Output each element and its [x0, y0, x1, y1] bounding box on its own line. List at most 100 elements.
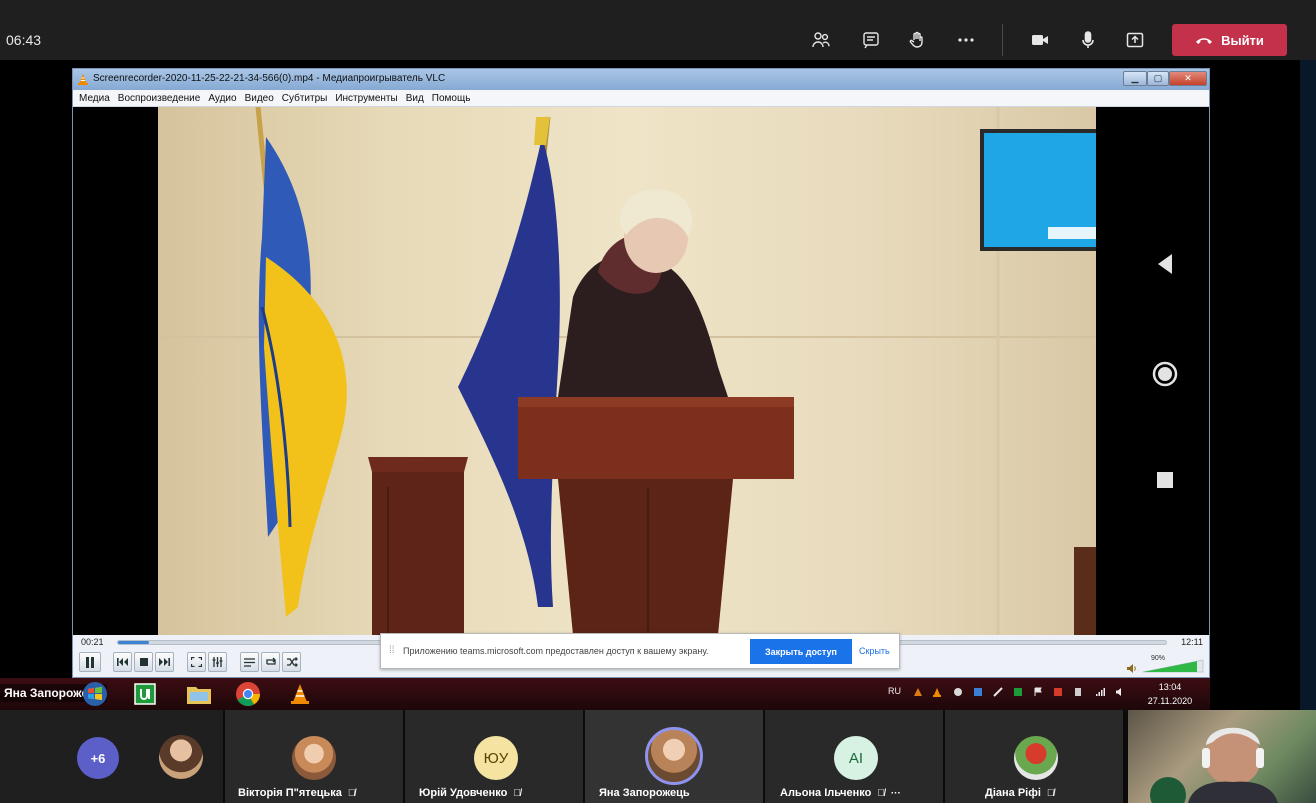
- participant-initials: ЮУ: [474, 736, 518, 780]
- participant-tile[interactable]: Вікторія П"ятецька 🎙̸: [225, 710, 403, 803]
- utorrent-icon[interactable]: [126, 679, 164, 709]
- vlc-cone-icon: [78, 74, 88, 85]
- next-icon[interactable]: [155, 652, 174, 672]
- more-icon[interactable]: [952, 26, 980, 54]
- stop-icon[interactable]: [134, 652, 153, 672]
- menu-help[interactable]: Помощь: [432, 93, 471, 104]
- menu-view[interactable]: Вид: [406, 93, 424, 104]
- android-back-icon[interactable]: [1156, 253, 1176, 275]
- tray-app-icon[interactable]: [953, 687, 963, 697]
- share-notification-text: Приложению teams.microsoft.com предостав…: [403, 646, 709, 656]
- volume-tray-icon[interactable]: [1115, 687, 1125, 697]
- leave-button[interactable]: Выйти: [1172, 24, 1287, 56]
- playlist-icon[interactable]: [240, 652, 259, 672]
- seek-progress: [118, 641, 150, 644]
- participant-name: Альона Ільченко 🎙̸ ···: [780, 787, 901, 799]
- participant-tile[interactable]: AI Альона Ільченко 🎙̸ ···: [765, 710, 943, 803]
- vlc-titlebar: Screenrecorder-2020-11-25-22-21-34-566(0…: [73, 69, 1209, 90]
- fullscreen-icon[interactable]: [187, 652, 206, 672]
- drag-handle-icon[interactable]: ⁞⁞: [389, 645, 395, 656]
- self-video-frame: [1150, 727, 1278, 803]
- android-nav-bar: [1096, 107, 1209, 635]
- share-notification-bar: ⁞⁞ Приложению teams.microsoft.com предос…: [380, 633, 900, 669]
- menu-subtitles[interactable]: Субтитры: [282, 93, 328, 104]
- share-edge: [1300, 60, 1316, 710]
- pause-icon[interactable]: [79, 652, 101, 672]
- more-options-icon[interactable]: ···: [891, 788, 901, 799]
- more-participants-badge[interactable]: +6: [77, 737, 119, 779]
- shuffle-icon[interactable]: [282, 652, 301, 672]
- windows-start-icon[interactable]: [76, 679, 114, 709]
- ukraine-flag: [255, 107, 347, 617]
- mic-muted-icon: 🎙̸: [513, 788, 521, 799]
- menu-audio[interactable]: Аудио: [208, 93, 236, 104]
- extended-settings-icon[interactable]: [208, 652, 227, 672]
- podium: [518, 397, 794, 635]
- video-scene: [158, 107, 1096, 635]
- loop-icon[interactable]: [261, 652, 280, 672]
- self-video-preview[interactable]: [1128, 710, 1316, 803]
- participant-name: Юрій Удовченко 🎙̸: [419, 787, 521, 799]
- participants-icon[interactable]: [807, 26, 835, 54]
- participant-tile[interactable]: Діана Ріфі 🎙̸: [945, 710, 1123, 803]
- keyboard-language[interactable]: RU: [888, 686, 901, 696]
- clock-time[interactable]: 13:04: [1150, 682, 1190, 692]
- menu-video[interactable]: Видео: [245, 93, 274, 104]
- tray-app-icon[interactable]: [913, 687, 923, 697]
- video-area[interactable]: [73, 107, 1209, 635]
- vlc-window-title: Screenrecorder-2020-11-25-22-21-34-566(0…: [93, 73, 446, 84]
- flag-tray-icon[interactable]: [1033, 687, 1043, 697]
- microphone-icon[interactable]: [1074, 26, 1102, 54]
- menu-tools[interactable]: Инструменты: [335, 93, 397, 104]
- tray-app-icon[interactable]: [973, 687, 983, 697]
- vlc-taskbar-icon[interactable]: [281, 679, 319, 709]
- blue-flag: [458, 116, 560, 607]
- chat-icon[interactable]: [857, 26, 885, 54]
- tray-app-icon[interactable]: [1053, 687, 1063, 697]
- file-explorer-icon[interactable]: [180, 679, 218, 709]
- meeting-timer: 06:43: [6, 32, 42, 48]
- vlc-window: Screenrecorder-2020-11-25-22-21-34-566(0…: [72, 68, 1210, 678]
- speaker-icon[interactable]: [1127, 664, 1137, 673]
- hang-up-icon: [1196, 38, 1213, 44]
- wall-screen: [980, 129, 1096, 251]
- speaking-avatar: [645, 727, 703, 785]
- previous-icon[interactable]: [113, 652, 132, 672]
- android-recents-icon[interactable]: [1156, 471, 1174, 489]
- network-signal-icon[interactable]: [1095, 687, 1105, 697]
- chrome-icon[interactable]: [229, 679, 267, 709]
- total-time: 12:11: [1181, 637, 1203, 647]
- menu-playback[interactable]: Воспроизведение: [118, 93, 201, 104]
- share-screen-icon[interactable]: [1121, 26, 1149, 54]
- vlc-menubar: Медиа Воспроизведение Аудио Видео Субтит…: [73, 90, 1209, 107]
- participant-avatar: [159, 735, 203, 779]
- participant-name: Вікторія П"ятецька 🎙̸: [238, 787, 356, 799]
- clock-date[interactable]: 27.11.2020: [1142, 696, 1198, 706]
- utorrent-tray-icon[interactable]: [1013, 687, 1023, 697]
- participant-initials: AI: [834, 736, 878, 780]
- android-home-icon[interactable]: [1152, 361, 1178, 387]
- participants-strip: +6 Вікторія П"ятецька 🎙̸ ЮУ Юрій Удовченк…: [0, 710, 1316, 803]
- participant-tile[interactable]: ЮУ Юрій Удовченко 🎙̸: [405, 710, 583, 803]
- minimize-icon[interactable]: ▁: [1123, 71, 1147, 86]
- flag-stand: [368, 457, 468, 635]
- participant-name: Діана Ріфі 🎙̸: [985, 787, 1055, 799]
- raise-hand-icon[interactable]: [903, 26, 931, 54]
- participant-avatar: [292, 736, 336, 780]
- elapsed-time: 00:21: [81, 637, 104, 647]
- vlc-tray-icon[interactable]: [932, 687, 942, 697]
- tray-app-icon[interactable]: [1073, 687, 1083, 697]
- hide-notification-link[interactable]: Скрыть: [859, 646, 890, 656]
- mic-muted-icon: 🎙̸: [877, 788, 885, 799]
- maximize-icon[interactable]: ▢: [1147, 71, 1169, 86]
- camera-icon[interactable]: [1026, 26, 1054, 54]
- participant-tile-active-speaker[interactable]: Яна Запорожець: [585, 710, 763, 803]
- video-frame: [158, 107, 1096, 635]
- stop-sharing-button[interactable]: Закрыть доступ: [750, 639, 852, 664]
- volume-slider[interactable]: [1141, 659, 1205, 673]
- close-icon[interactable]: ✕: [1169, 71, 1207, 86]
- mic-muted-icon: 🎙̸: [1046, 788, 1055, 799]
- tray-app-icon[interactable]: [993, 687, 1003, 697]
- leave-label: Выйти: [1221, 32, 1264, 48]
- menu-media[interactable]: Медиа: [79, 93, 110, 104]
